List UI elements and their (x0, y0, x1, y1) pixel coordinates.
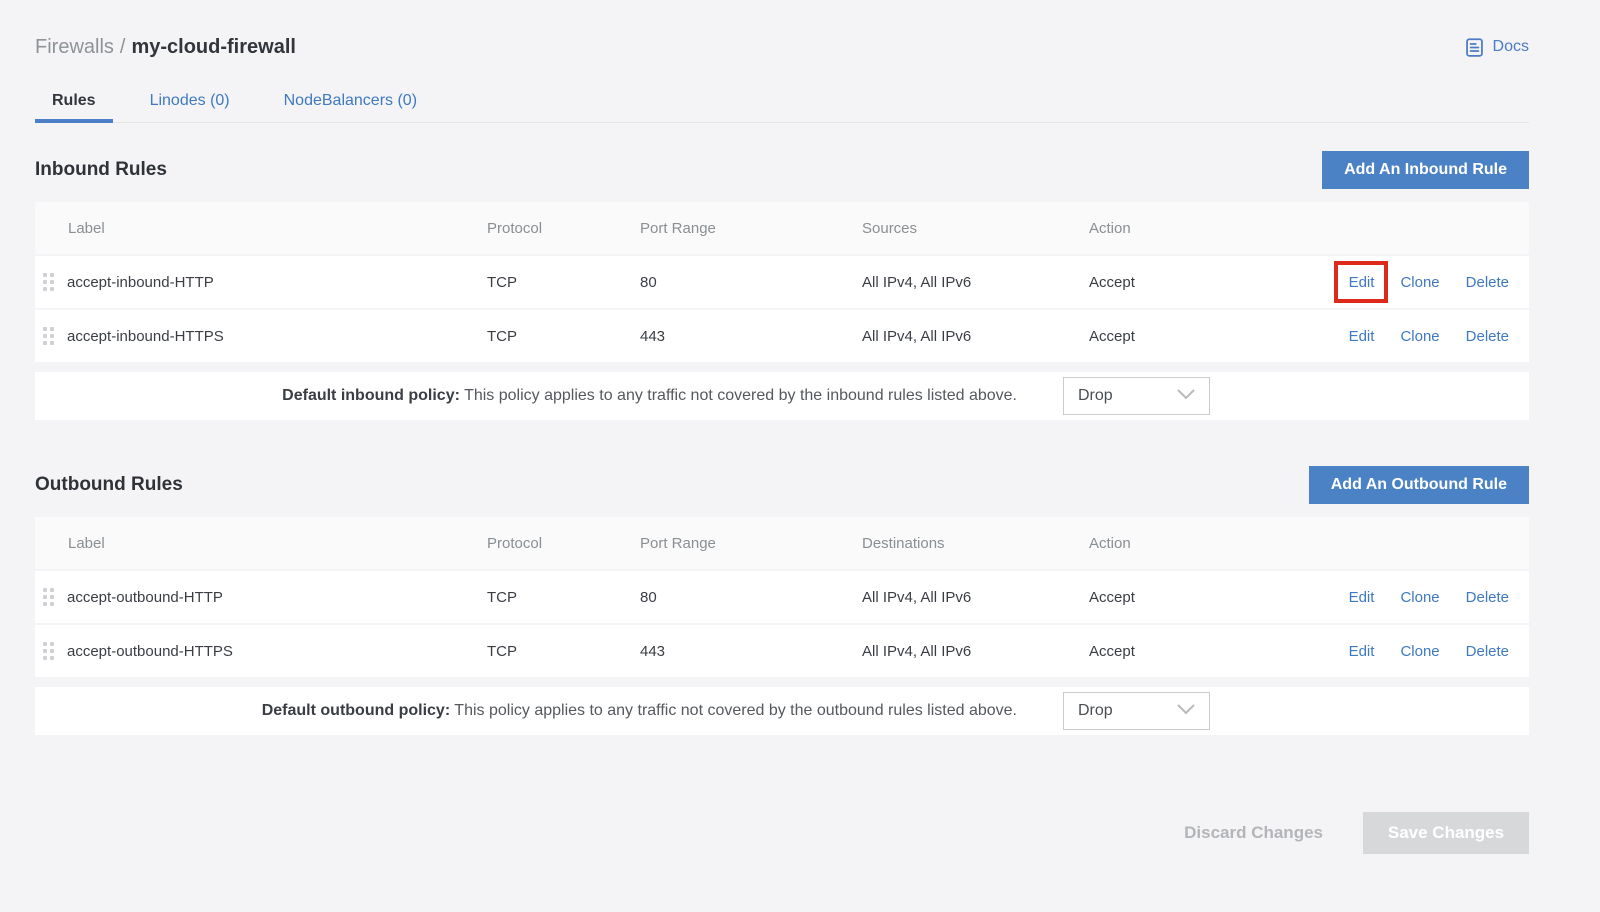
edit-button[interactable]: Edit (1349, 589, 1375, 606)
column-destinations: Destinations (862, 535, 1089, 552)
add-outbound-rule-button[interactable]: Add An Outbound Rule (1309, 466, 1529, 504)
tab-linodes[interactable]: Linodes (0) (133, 84, 247, 122)
tab-rules[interactable]: Rules (35, 84, 113, 122)
clone-button[interactable]: Clone (1400, 589, 1439, 606)
rule-action: Accept (1089, 643, 1265, 660)
table-row: accept-outbound-HTTPS TCP 443 All IPv4, … (35, 625, 1529, 677)
default-outbound-policy-text: Default outbound policy: This policy app… (262, 702, 1017, 720)
breadcrumb-current-firewall: my-cloud-firewall (131, 36, 295, 58)
highlight-annotation (1334, 261, 1389, 303)
inbound-section-header: Inbound Rules Add An Inbound Rule (35, 151, 1529, 189)
rule-port-range: 443 (640, 328, 862, 345)
rule-sources: All IPv4, All IPv6 (862, 274, 1089, 291)
column-sources: Sources (862, 220, 1089, 237)
table-row: accept-inbound-HTTPS TCP 443 All IPv4, A… (35, 310, 1529, 362)
rule-sources: All IPv4, All IPv6 (862, 328, 1089, 345)
default-outbound-policy-bar: Default outbound policy: This policy app… (35, 687, 1529, 735)
column-action: Action (1089, 220, 1265, 237)
outbound-rules-table: Label Protocol Port Range Destinations A… (35, 517, 1529, 677)
docs-label: Docs (1493, 38, 1529, 56)
selected-policy-value: Drop (1078, 702, 1113, 720)
add-inbound-rule-button[interactable]: Add An Inbound Rule (1322, 151, 1529, 189)
column-port-range: Port Range (640, 535, 862, 552)
docs-link[interactable]: Docs (1464, 37, 1529, 58)
tab-nodebalancers[interactable]: NodeBalancers (0) (267, 84, 434, 122)
breadcrumb-firewalls-link[interactable]: Firewalls (35, 36, 114, 58)
rule-label: accept-inbound-HTTP (67, 274, 214, 291)
column-protocol: Protocol (487, 535, 640, 552)
rule-action: Accept (1089, 328, 1265, 345)
tab-bar: Rules Linodes (0) NodeBalancers (0) (35, 84, 1529, 123)
rule-port-range: 80 (640, 274, 862, 291)
column-protocol: Protocol (487, 220, 640, 237)
column-port-range: Port Range (640, 220, 862, 237)
rule-action: Accept (1089, 274, 1265, 291)
delete-button[interactable]: Delete (1466, 589, 1509, 606)
chevron-down-icon (1177, 702, 1195, 720)
drag-handle-icon[interactable] (43, 588, 54, 606)
form-footer: Discard Changes Save Changes (35, 812, 1529, 854)
inbound-rules-table: Label Protocol Port Range Sources Action… (35, 202, 1529, 362)
edit-button[interactable]: Edit (1349, 643, 1375, 660)
rule-label: accept-inbound-HTTPS (67, 328, 224, 345)
default-inbound-policy-select[interactable]: Drop (1063, 377, 1210, 415)
firewall-detail-page: Firewalls /my-cloud-firewall Docs Rules L… (0, 0, 1600, 854)
inbound-rules-title: Inbound Rules (35, 159, 167, 181)
rule-destinations: All IPv4, All IPv6 (862, 643, 1089, 660)
column-action: Action (1089, 535, 1265, 552)
default-outbound-policy-label: Default outbound policy: (262, 702, 450, 719)
clone-button[interactable]: Clone (1400, 274, 1439, 291)
rule-protocol: TCP (487, 274, 640, 291)
clone-button[interactable]: Clone (1400, 328, 1439, 345)
drag-handle-icon[interactable] (43, 327, 54, 345)
delete-button[interactable]: Delete (1466, 643, 1509, 660)
discard-changes-button[interactable]: Discard Changes (1174, 823, 1333, 843)
selected-policy-value: Drop (1078, 387, 1113, 405)
rule-port-range: 443 (640, 643, 862, 660)
breadcrumb: Firewalls /my-cloud-firewall (35, 36, 296, 59)
rule-destinations: All IPv4, All IPv6 (862, 589, 1089, 606)
outbound-table-header: Label Protocol Port Range Destinations A… (35, 517, 1529, 569)
rule-protocol: TCP (487, 589, 640, 606)
edit-button[interactable]: Edit (1349, 274, 1375, 291)
delete-button[interactable]: Delete (1466, 274, 1509, 291)
clone-button[interactable]: Clone (1400, 643, 1439, 660)
default-inbound-policy-bar: Default inbound policy: This policy appl… (35, 372, 1529, 420)
rule-action: Accept (1089, 589, 1265, 606)
outbound-section-header: Outbound Rules Add An Outbound Rule (35, 466, 1529, 504)
rule-port-range: 80 (640, 589, 862, 606)
chevron-down-icon (1177, 387, 1195, 405)
default-inbound-policy-label: Default inbound policy: (282, 387, 460, 404)
rule-label: accept-outbound-HTTPS (67, 643, 233, 660)
rule-protocol: TCP (487, 643, 640, 660)
default-outbound-policy-select[interactable]: Drop (1063, 692, 1210, 730)
rule-protocol: TCP (487, 328, 640, 345)
docs-icon (1464, 37, 1485, 58)
column-label: Label (35, 220, 487, 237)
edit-button[interactable]: Edit (1349, 328, 1375, 345)
table-row: accept-outbound-HTTP TCP 80 All IPv4, Al… (35, 571, 1529, 623)
drag-handle-icon[interactable] (43, 642, 54, 660)
inbound-table-header: Label Protocol Port Range Sources Action (35, 202, 1529, 254)
table-row: accept-inbound-HTTP TCP 80 All IPv4, All… (35, 256, 1529, 308)
breadcrumb-separator: / (120, 36, 126, 58)
outbound-rules-title: Outbound Rules (35, 474, 183, 496)
default-inbound-policy-text: Default inbound policy: This policy appl… (282, 387, 1017, 405)
save-changes-button[interactable]: Save Changes (1363, 812, 1529, 854)
delete-button[interactable]: Delete (1466, 328, 1509, 345)
rule-label: accept-outbound-HTTP (67, 589, 223, 606)
page-header: Firewalls /my-cloud-firewall Docs (35, 30, 1529, 64)
column-label: Label (35, 535, 487, 552)
drag-handle-icon[interactable] (43, 273, 54, 291)
